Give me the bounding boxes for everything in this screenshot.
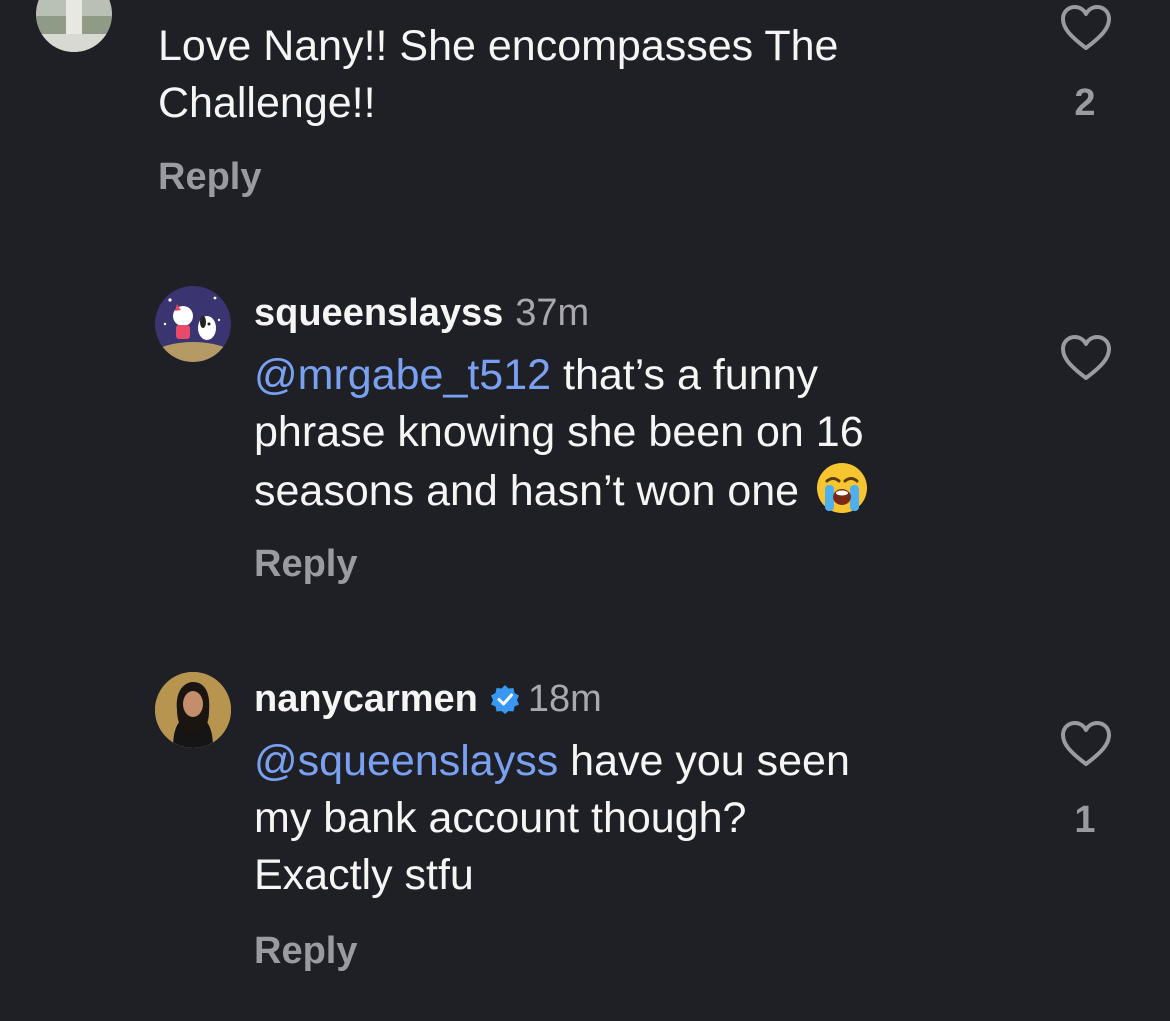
comment-text: @mrgabe_t512 that’s a funny phrase knowi… bbox=[254, 347, 869, 520]
heart-outline-icon[interactable] bbox=[1060, 4, 1112, 52]
heart-outline-icon[interactable] bbox=[1060, 720, 1112, 768]
reply-button[interactable]: Reply bbox=[254, 543, 357, 586]
comment-text: @squeenslayss have you seen my bank acco… bbox=[254, 737, 850, 899]
reply-button[interactable]: Reply bbox=[254, 930, 357, 973]
timestamp: 18m bbox=[527, 678, 602, 720]
like-count: 1 bbox=[1074, 799, 1096, 841]
timestamp: 37m bbox=[515, 292, 590, 334]
verified-badge-icon bbox=[490, 685, 519, 714]
username[interactable]: squeenslayss bbox=[254, 291, 503, 335]
heart-outline-icon[interactable] bbox=[1060, 334, 1112, 382]
reply-button[interactable]: Reply bbox=[158, 156, 261, 199]
mention-link[interactable]: @squeenslayss bbox=[254, 737, 558, 785]
loudly-crying-face-emoji bbox=[817, 463, 868, 513]
avatar[interactable] bbox=[155, 286, 231, 362]
username[interactable]: nanycarmen bbox=[254, 677, 478, 721]
comment-text: Love Nany!! She encompasses The Challeng… bbox=[158, 22, 839, 127]
avatar[interactable] bbox=[36, 0, 112, 52]
avatar[interactable] bbox=[155, 672, 231, 748]
mention-link[interactable]: @mrgabe_t512 bbox=[254, 351, 551, 399]
like-count: 2 bbox=[1074, 82, 1096, 124]
